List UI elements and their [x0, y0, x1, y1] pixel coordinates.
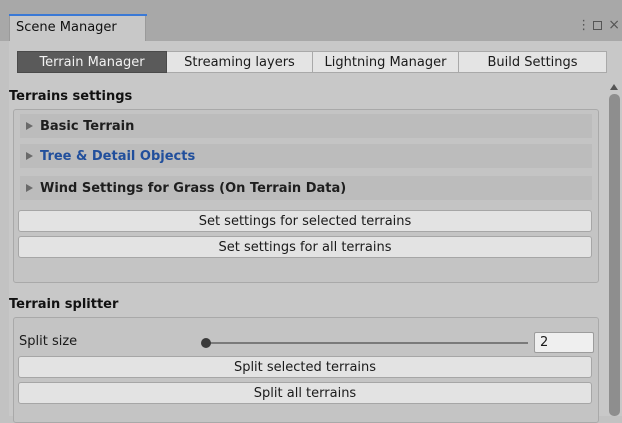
scene-manager-content: Terrain Manager Streaming layers Lightni…: [9, 41, 622, 423]
tab-terrain-manager[interactable]: Terrain Manager: [17, 51, 167, 73]
foldout-label: Basic Terrain: [40, 118, 135, 134]
split-all-terrains-button[interactable]: Split all terrains: [18, 382, 592, 404]
kebab-menu-icon[interactable]: ⋮: [577, 18, 590, 33]
split-size-slider-track[interactable]: [206, 342, 528, 344]
close-icon[interactable]: ×: [608, 18, 620, 32]
window-tab-scene-manager[interactable]: Scene Manager: [9, 14, 147, 41]
vertical-scrollbar[interactable]: [607, 79, 622, 416]
tab-lightning-manager[interactable]: Lightning Manager: [313, 51, 459, 73]
foldout-label: Tree & Detail Objects: [40, 148, 196, 164]
set-settings-selected-button[interactable]: Set settings for selected terrains: [18, 210, 592, 232]
set-settings-all-button[interactable]: Set settings for all terrains: [18, 236, 592, 258]
foldout-arrow-icon: [26, 152, 33, 160]
terrains-settings-panel: Basic Terrain Tree & Detail Objects Wind…: [13, 109, 599, 283]
split-size-input[interactable]: [534, 332, 594, 353]
foldout-arrow-icon: [26, 122, 33, 130]
window-titlebar: Scene Manager ⋮ ×: [0, 0, 622, 41]
window-tab-label: Scene Manager: [16, 20, 117, 35]
foldout-arrow-icon: [26, 184, 33, 192]
split-selected-terrains-button[interactable]: Split selected terrains: [18, 356, 592, 378]
scrollbar-thumb[interactable]: [609, 94, 620, 416]
foldout-tree-detail-objects[interactable]: Tree & Detail Objects: [20, 144, 592, 168]
window-controls: ⋮ ×: [577, 16, 622, 34]
manager-toolbar: Terrain Manager Streaming layers Lightni…: [17, 51, 607, 73]
split-size-label: Split size: [19, 334, 78, 349]
foldout-wind-settings[interactable]: Wind Settings for Grass (On Terrain Data…: [20, 176, 592, 200]
foldout-basic-terrain[interactable]: Basic Terrain: [20, 114, 592, 138]
window-tab-accent: [9, 14, 147, 16]
split-size-slider-thumb[interactable]: [201, 338, 211, 348]
terrains-settings-title: Terrains settings: [9, 89, 133, 104]
tab-streaming-layers[interactable]: Streaming layers: [167, 51, 313, 73]
tab-build-settings[interactable]: Build Settings: [459, 51, 607, 73]
maximize-icon[interactable]: [593, 20, 603, 30]
foldout-label: Wind Settings for Grass (On Terrain Data…: [40, 180, 347, 196]
terrain-splitter-title: Terrain splitter: [9, 297, 119, 312]
scroll-up-arrow-icon[interactable]: [610, 84, 618, 90]
terrain-splitter-panel: Split size Split selected terrains Split…: [13, 317, 599, 423]
